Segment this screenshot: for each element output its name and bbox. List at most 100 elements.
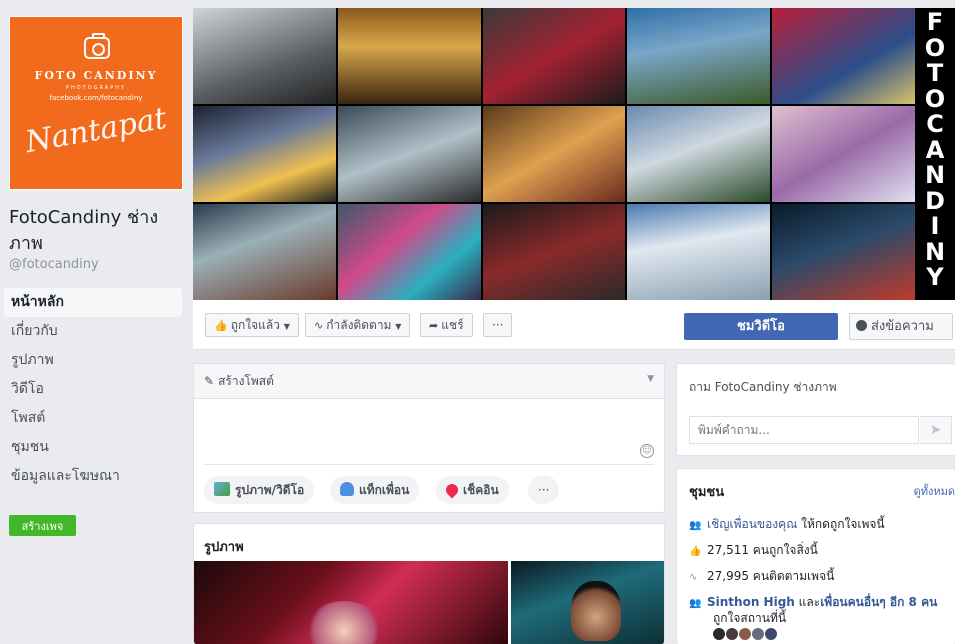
- composer-divider: [204, 464, 654, 465]
- community-title: ชุมชน: [689, 485, 725, 500]
- cover-tile: [482, 106, 626, 202]
- cover-brand-letter: O: [924, 33, 946, 62]
- profile-facebook-url: facebook.com/fotocandiny: [49, 94, 143, 102]
- likes-count: 27,511 คนถูกใจสิ่งนี้: [707, 543, 818, 557]
- profile-signature: Nantapat: [22, 100, 170, 161]
- nav-item-about[interactable]: เกี่ยวกับ: [4, 317, 182, 346]
- photos-card: รูปภาพ: [193, 523, 665, 644]
- check-in-label: เช็คอิน: [463, 483, 499, 497]
- nav-item-videos[interactable]: วิดีโอ: [4, 375, 182, 404]
- nav-item-photos[interactable]: รูปภาพ: [4, 346, 182, 375]
- follows-row: ∿ 27,995 คนติดตามเพจนี้: [689, 567, 834, 586]
- chevron-down-icon[interactable]: ▼: [647, 374, 654, 384]
- nav-item-posts[interactable]: โพสต์: [4, 404, 182, 433]
- friend-mid: และ: [794, 595, 821, 609]
- send-message-button[interactable]: ส่งข้อความ: [849, 313, 953, 340]
- chevron-down-icon: ▼: [395, 322, 402, 331]
- share-button[interactable]: ➦ แชร์: [420, 313, 473, 337]
- friend-link[interactable]: Sinthon High: [707, 595, 795, 609]
- cover-photo[interactable]: F O T O C A N D I N Y: [193, 8, 955, 300]
- location-pin-icon: [443, 481, 461, 499]
- share-arrow-icon: ➦: [429, 319, 439, 332]
- cover-tile: [482, 204, 626, 300]
- thumbs-up-icon: 👍: [689, 546, 702, 557]
- create-page-button[interactable]: สร้างเพจ: [9, 515, 76, 536]
- cover-brand-letter: I: [930, 212, 940, 240]
- cover-tile: [772, 204, 915, 300]
- avatar[interactable]: [726, 628, 738, 640]
- watch-video-button[interactable]: ชมวิดีโอ: [684, 313, 838, 340]
- cover-brand-letter: F: [926, 8, 944, 36]
- photo-thumbnail[interactable]: [511, 561, 664, 644]
- send-message-label: ส่งข้อความ: [871, 319, 934, 334]
- ask-title: ถาม FotoCandiny ช่างภาพ: [689, 380, 837, 394]
- like-button[interactable]: 👍 ถูกใจแล้ว ▼: [205, 313, 299, 337]
- share-button-label: แชร์: [441, 318, 464, 332]
- others-link[interactable]: เพื่อนคนอื่นๆ อีก 8 คน: [820, 595, 937, 609]
- cover-tile: [337, 8, 481, 104]
- people-icon: 👥: [689, 598, 702, 609]
- page-nav: หน้าหลัก เกี่ยวกับ รูปภาพ วิดีโอ โพสต์ ช…: [4, 288, 182, 491]
- avatar[interactable]: [765, 628, 777, 640]
- cover-tile: [772, 8, 915, 104]
- cover-brand-letter: O: [924, 84, 946, 113]
- cover-collage: [193, 8, 915, 300]
- cover-brand-letter: N: [924, 237, 946, 266]
- messenger-icon: [856, 320, 867, 331]
- tag-friends-button[interactable]: แท็กเพื่อน: [330, 476, 420, 504]
- ask-question-input[interactable]: [689, 416, 919, 444]
- cover-tile: [193, 106, 336, 202]
- follow-button[interactable]: ∿ กำลังติดตาม ▼: [305, 313, 411, 337]
- create-post-header[interactable]: ✎ สร้างโพสต์ ▼: [194, 364, 664, 399]
- photo-video-button[interactable]: รูปภาพ/วิดีโอ: [204, 476, 315, 504]
- rss-icon: ∿: [689, 572, 698, 583]
- send-icon[interactable]: ➤: [920, 416, 952, 444]
- emoji-icon[interactable]: ☺: [640, 444, 654, 458]
- cover-brand-letter: N: [924, 161, 946, 189]
- like-button-label: ถูกใจแล้ว: [230, 318, 280, 332]
- rss-icon: ∿: [314, 319, 324, 332]
- nav-item-info-ads[interactable]: ข้อมูลและโฆษณา: [4, 462, 182, 491]
- avatar[interactable]: [739, 628, 751, 640]
- composer-more-button[interactable]: ···: [528, 476, 560, 504]
- nav-item-community[interactable]: ชุมชน: [4, 433, 182, 462]
- create-post-title: สร้างโพสต์: [218, 374, 274, 388]
- cover-brand-letter: T: [926, 59, 944, 87]
- page-title[interactable]: FotoCandiny ช่างภาพ: [9, 205, 184, 257]
- post-text-area[interactable]: [194, 400, 664, 462]
- ask-page-card: ถาม FotoCandiny ช่างภาพ ➤: [676, 363, 955, 456]
- follow-button-label: กำลังติดตาม: [326, 318, 392, 332]
- page-handle[interactable]: @fotocandiny: [9, 257, 99, 272]
- thumbs-up-icon: 👍: [214, 319, 228, 332]
- friend-avatars: [713, 625, 778, 644]
- camera-icon: [84, 33, 110, 59]
- cover-brand-letter: D: [925, 186, 945, 215]
- invite-friends-row: 👥 เชิญเพื่อนของคุณ ให้กดถูกใจเพจนี้: [689, 515, 885, 534]
- profile-sub: PHOTOGRAPHY: [65, 85, 127, 91]
- photo-thumbnail[interactable]: [194, 561, 508, 644]
- profile-picture[interactable]: FOTO CANDINY PHOTOGRAPHY facebook.com/fo…: [9, 16, 183, 190]
- nav-item-home[interactable]: หน้าหลัก: [4, 288, 182, 317]
- cover-tile: [482, 8, 626, 104]
- avatar[interactable]: [713, 628, 725, 640]
- avatar[interactable]: [752, 628, 764, 640]
- cover-tile: [627, 106, 771, 202]
- cover-vertical-brand: F O T O C A N D I N Y: [915, 8, 955, 300]
- cover-tile: [627, 204, 771, 300]
- see-all-link[interactable]: ดูทั้งหมด: [914, 482, 955, 500]
- tag-friend-icon: [340, 482, 354, 496]
- profile-brand: FOTO CANDINY: [34, 69, 158, 82]
- more-actions-button[interactable]: ···: [483, 313, 513, 337]
- cover-tile: [193, 204, 336, 300]
- page-action-bar: 👍 ถูกใจแล้ว ▼ ∿ กำลังติดตาม ▼ ➦ แชร์ ··· ชม…: [193, 300, 955, 350]
- cover-brand-letter: Y: [926, 263, 944, 291]
- people-icon: 👥: [689, 520, 702, 531]
- chevron-down-icon: ▼: [283, 322, 290, 331]
- cover-brand-letter: C: [926, 110, 944, 138]
- pencil-icon: ✎: [204, 374, 215, 388]
- cover-tile: [772, 106, 915, 202]
- check-in-button[interactable]: เช็คอิน: [436, 476, 509, 504]
- photo-video-label: รูปภาพ/วิดีโอ: [235, 483, 305, 497]
- invite-friends-link[interactable]: เชิญเพื่อนของคุณ: [707, 517, 797, 531]
- likes-row: 👍 27,511 คนถูกใจสิ่งนี้: [689, 541, 818, 560]
